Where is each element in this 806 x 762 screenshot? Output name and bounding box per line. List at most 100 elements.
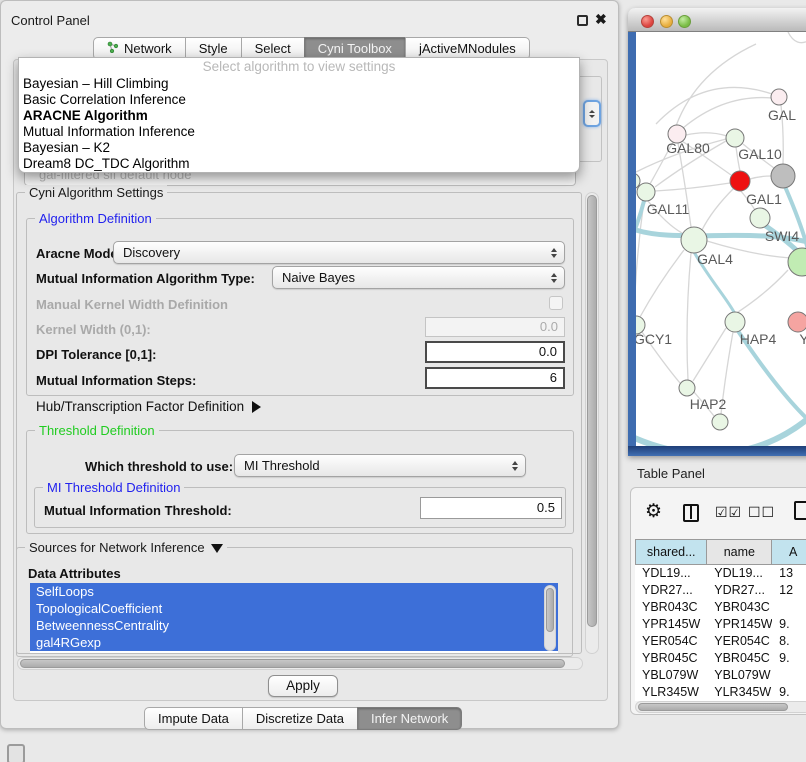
aracne-mode-combobox[interactable]: Discovery [113,241,565,264]
table-row[interactable]: YLR345WYLR345W9. [635,684,806,701]
network-node-gal1[interactable] [730,171,750,191]
column-header-name[interactable]: name [707,539,772,565]
table-row[interactable]: YPR145WYPR145W9. [635,616,806,633]
algorithm-combobox-stepper[interactable] [583,100,601,127]
table-cell[interactable]: 12 [772,582,806,599]
which-threshold-combobox[interactable]: MI Threshold [234,454,526,477]
table-row[interactable]: YBR045CYBR045C9. [635,650,806,667]
gear-icon[interactable]: ⚙ [645,502,662,521]
network-edge[interactable] [702,188,734,230]
network-edge[interactable] [735,270,788,314]
network-svg[interactable]: GALGAL80GAL10GAL1GAL11SWI4GAL4HAP4YGCY1H… [636,32,806,446]
table-cell[interactable]: YLR345W [635,684,707,701]
table-cell[interactable]: YBR043C [707,599,772,616]
list-item-topologicalcoefficient[interactable]: TopologicalCoefficient [30,600,558,617]
list-item-selfloops[interactable]: SelfLoops [30,583,558,600]
network-node-gal[interactable] [771,89,787,105]
network-edge[interactable] [640,250,684,317]
network-edge[interactable] [656,87,772,124]
settings-horizontal-scrollbar[interactable] [17,657,583,670]
dpi-tolerance-field[interactable]: 0.0 [425,341,565,363]
mi-steps-field[interactable]: 6 [425,367,565,389]
apply-button[interactable]: Apply [268,675,338,697]
settings-scrollbar-thumb[interactable] [587,195,597,627]
select-all-checkboxes-icon[interactable]: ☑☑ [715,504,742,521]
table-row[interactable]: YDL19...YDL19...13 [635,565,806,582]
column-header-shared-name[interactable]: shared... [635,539,707,565]
table-cell[interactable]: YDR27... [707,582,772,599]
attributes-list-scrollbar[interactable] [544,585,556,651]
table-cell[interactable]: YPR145W [635,616,707,633]
table-cell[interactable]: 13 [772,565,806,582]
network-node[interactable] [712,414,728,430]
float-window-icon[interactable] [577,15,588,26]
mi-type-combobox[interactable]: Naive Bayes [272,266,565,289]
zoom-traffic-light[interactable] [678,15,691,28]
list-item-gal4rgexp[interactable]: gal4RGexp [30,634,558,651]
deselect-all-checkboxes-icon[interactable]: ☐☐ [748,504,775,521]
table-cell[interactable]: 8. [772,633,806,650]
kernel-width-field[interactable]: 0.0 [425,317,565,337]
table-cell[interactable]: 9. [772,684,806,701]
settings-vertical-scrollbar[interactable] [585,192,599,654]
table-cell[interactable]: YDL19... [707,565,772,582]
hub-definition-expander[interactable]: Hub/Transcription Factor Definition [36,399,261,414]
network-node-gal10[interactable] [726,129,744,147]
network-node-y[interactable] [788,312,806,332]
network-node[interactable] [788,248,806,276]
table-cell[interactable]: YER054C [707,633,772,650]
table-row[interactable]: YBR043CYBR043C [635,599,806,616]
table-row[interactable]: YER054CYER054C8. [635,633,806,650]
table-row[interactable]: YBL079WYBL079W [635,667,806,684]
table-cell[interactable]: YPR145W [707,616,772,633]
table-cell[interactable]: 9. [772,616,806,633]
table-cell[interactable]: YBR045C [707,650,772,667]
table-cell[interactable] [772,667,806,684]
manual-kernel-checkbox[interactable] [549,296,563,310]
table-cell[interactable]: YDR27... [635,582,707,599]
table-cell[interactable]: YER054C [635,633,707,650]
close-icon[interactable]: ✖ [595,11,607,28]
tab-infer-network[interactable]: Infer Network [357,707,462,730]
table-cell[interactable]: 9. [772,650,806,667]
minimized-panel-icon[interactable] [7,744,25,762]
table-cell[interactable]: YDL19... [635,565,707,582]
table-cell[interactable]: YBL079W [707,667,772,684]
network-edge[interactable] [687,253,691,380]
menu-item-mutual-information[interactable]: Mutual Information Inference [19,124,579,140]
table-cell[interactable]: YBR043C [635,599,707,616]
sources-group-title[interactable]: Sources for Network Inference [25,540,227,555]
minimize-traffic-light[interactable] [660,15,673,28]
network-canvas[interactable]: GALGAL80GAL10GAL1GAL11SWI4GAL4HAP4YGCY1H… [636,32,806,446]
network-edge[interactable] [788,32,806,43]
network-node[interactable] [771,164,795,188]
network-node-gal11[interactable] [637,183,655,201]
tab-impute-data[interactable]: Impute Data [144,707,243,730]
network-node-hap2[interactable] [679,380,695,396]
tab-discretize-data[interactable]: Discretize Data [242,707,358,730]
network-edge[interactable] [750,176,771,179]
menu-item-bayesian-hill-climbing[interactable]: Bayesian – Hill Climbing [19,76,579,92]
table-cell[interactable]: YBR045C [635,650,707,667]
table-cell[interactable] [772,599,806,616]
network-edge[interactable] [655,183,730,191]
network-edge[interactable] [686,133,727,136]
menu-item-basic-correlation[interactable]: Basic Correlation Inference [19,92,579,108]
close-traffic-light[interactable] [641,15,654,28]
menu-item-dream8[interactable]: Dream8 DC_TDC Algorithm [19,156,579,172]
network-node-gal4[interactable] [681,227,707,253]
table-row[interactable]: YDR27...YDR27...12 [635,582,806,599]
menu-item-bayesian-k2[interactable]: Bayesian – K2 [19,140,579,156]
table-horizontal-scrollbar[interactable] [635,701,806,713]
columns-icon[interactable] [683,504,699,522]
mi-threshold-field[interactable]: 0.5 [420,497,562,519]
menu-item-aracne[interactable]: ARACNE Algorithm [19,108,579,124]
network-edge[interactable] [683,98,772,128]
table-cell[interactable]: YBL079W [635,667,707,684]
network-node-hap4[interactable] [725,312,745,332]
network-edge[interactable] [693,328,726,381]
network-window-titlebar[interactable] [628,8,806,32]
export-table-icon[interactable] [794,501,806,520]
network-node-swi4[interactable] [750,208,770,228]
network-edge[interactable] [676,44,756,126]
